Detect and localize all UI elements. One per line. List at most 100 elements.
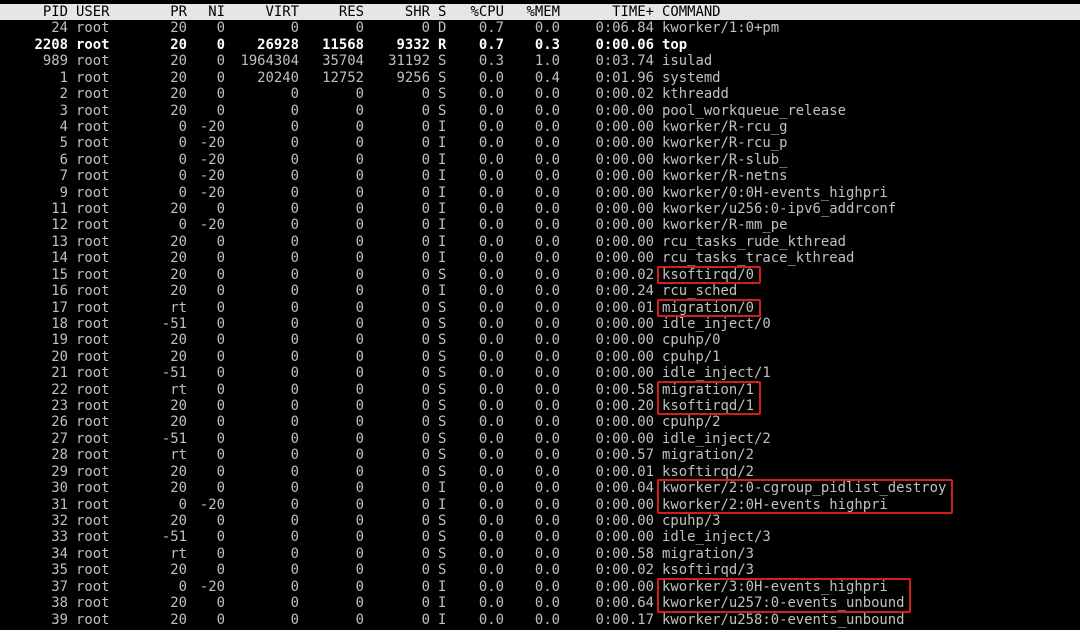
cell-shr: 0 xyxy=(421,398,430,415)
cell-mem: 0.0 xyxy=(534,545,560,562)
cell-pr: 20 xyxy=(170,332,187,349)
cell-ni: 0 xyxy=(216,381,225,398)
cell-pid: 19 xyxy=(51,332,68,349)
cell-ni: 0 xyxy=(216,53,225,70)
cell-time: 0:00.00 xyxy=(595,496,654,513)
cell-virt: 26928 xyxy=(257,36,299,53)
cell-pid: 23 xyxy=(51,398,68,415)
cell-state: S xyxy=(438,562,447,579)
cell-command: kworker/3:0H-events_highpri xyxy=(662,578,888,595)
cell-state: S xyxy=(438,348,447,365)
cell-cpu: 0.0 xyxy=(478,69,504,86)
cell-pr: 20 xyxy=(170,201,187,218)
cell-cpu: 0.0 xyxy=(478,315,504,332)
header-pid: PID xyxy=(42,4,68,20)
cell-user: root xyxy=(76,463,110,480)
cell-mem: 0.0 xyxy=(534,168,560,185)
cell-ni: 0 xyxy=(216,595,225,612)
cell-command: rcu_sched xyxy=(662,283,738,300)
cell-mem: 0.0 xyxy=(534,86,560,103)
cell-time: 0:06.84 xyxy=(595,20,654,37)
cell-pid: 26 xyxy=(51,414,68,431)
cell-time: 0:00.02 xyxy=(595,266,654,283)
cell-user: root xyxy=(76,430,110,447)
cell-cpu: 0.0 xyxy=(478,135,504,152)
cell-mem: 0.3 xyxy=(534,36,560,53)
header-cpu: %CPU xyxy=(470,4,504,20)
cell-cpu: 0.0 xyxy=(478,545,504,562)
cell-shr: 0 xyxy=(421,118,430,135)
cell-shr: 0 xyxy=(421,545,430,562)
cell-ni: 0 xyxy=(216,201,225,218)
process-row: 22 root rt 0 0 0 0 S 0.0 0.0 0:00.58 migration/1 xyxy=(0,382,1080,398)
cell-pr: 20 xyxy=(170,348,187,365)
cell-pr: 20 xyxy=(170,611,187,628)
cell-virt: 0 xyxy=(290,250,299,267)
cell-ni: 0 xyxy=(216,398,225,415)
cell-user: root xyxy=(76,315,110,332)
cell-pr: 20 xyxy=(170,595,187,612)
cell-command: isulad xyxy=(662,53,713,70)
cell-command: kworker/2:0-cgroup_pidlist_destroy xyxy=(662,480,947,497)
cell-mem: 0.0 xyxy=(534,217,560,234)
cell-cpu: 0.0 xyxy=(478,299,504,316)
cell-pr: 20 xyxy=(170,414,187,431)
cell-user: root xyxy=(76,381,110,398)
cell-user: root xyxy=(76,529,110,546)
cell-time: 0:00.58 xyxy=(595,381,654,398)
cell-pr: -51 xyxy=(161,365,187,382)
cell-virt: 0 xyxy=(290,545,299,562)
cell-user: root xyxy=(76,168,110,185)
cell-user: root xyxy=(76,217,110,234)
cell-time: 0:00.01 xyxy=(595,299,654,316)
process-row: 26 root 20 0 0 0 0 S 0.0 0.0 0:00.00 cpuhp/2 xyxy=(0,414,1080,430)
cell-ni: 0 xyxy=(216,86,225,103)
cell-mem: 0.0 xyxy=(534,381,560,398)
cell-res: 0 xyxy=(355,545,364,562)
cell-cpu: 0.0 xyxy=(478,611,504,628)
process-row: 19 root 20 0 0 0 0 S 0.0 0.0 0:00.00 cpuhp/0 xyxy=(0,332,1080,348)
cell-pid: 31 xyxy=(51,496,68,513)
cell-command: ksoftirqd/0 xyxy=(662,266,754,283)
cell-shr: 0 xyxy=(421,381,430,398)
cell-virt: 0 xyxy=(290,118,299,135)
cell-res: 0 xyxy=(355,217,364,234)
cell-ni: 0 xyxy=(216,529,225,546)
cell-shr: 0 xyxy=(421,217,430,234)
cell-pr: 20 xyxy=(170,233,187,250)
cell-virt: 0 xyxy=(290,168,299,185)
cell-ni: 0 xyxy=(216,315,225,332)
cell-pr: 20 xyxy=(170,69,187,86)
cell-pid: 29 xyxy=(51,463,68,480)
cell-pr: 20 xyxy=(170,283,187,300)
cell-shr: 0 xyxy=(421,578,430,595)
cell-command: systemd xyxy=(662,69,721,86)
terminal-window[interactable]: PID USER PR NI VIRT RES SHR S %CPU %MEM … xyxy=(0,0,1080,630)
cell-command: kworker/R-slub_ xyxy=(662,151,788,168)
cell-virt: 0 xyxy=(290,430,299,447)
cell-res: 0 xyxy=(355,250,364,267)
cell-command: ksoftirqd/1 xyxy=(662,398,754,415)
cell-state: S xyxy=(438,513,447,529)
cell-ni: 0 xyxy=(216,250,225,267)
cell-pr: 0 xyxy=(178,151,187,168)
cell-mem: 0.0 xyxy=(534,184,560,201)
cell-state: I xyxy=(438,118,447,135)
cell-mem: 0.0 xyxy=(534,398,560,415)
cell-state: S xyxy=(438,398,447,415)
cell-ni: 0 xyxy=(216,299,225,316)
cell-command: idle_inject/2 xyxy=(662,430,771,447)
cell-command: migration/1 xyxy=(662,381,754,398)
cell-time: 0:00.00 xyxy=(595,201,654,218)
cell-cpu: 0.0 xyxy=(478,151,504,168)
cell-state: I xyxy=(438,151,447,168)
cell-pid: 38 xyxy=(51,595,68,612)
cell-res: 0 xyxy=(355,315,364,332)
cell-cpu: 0.0 xyxy=(478,529,504,546)
process-row: 2 root 20 0 0 0 0 S 0.0 0.0 0:00.02 kthreadd xyxy=(0,86,1080,102)
cell-pid: 2 xyxy=(59,86,68,103)
cell-pr: 20 xyxy=(170,513,187,529)
cell-res: 12752 xyxy=(322,69,364,86)
cell-res: 0 xyxy=(355,381,364,398)
cell-virt: 0 xyxy=(290,496,299,513)
